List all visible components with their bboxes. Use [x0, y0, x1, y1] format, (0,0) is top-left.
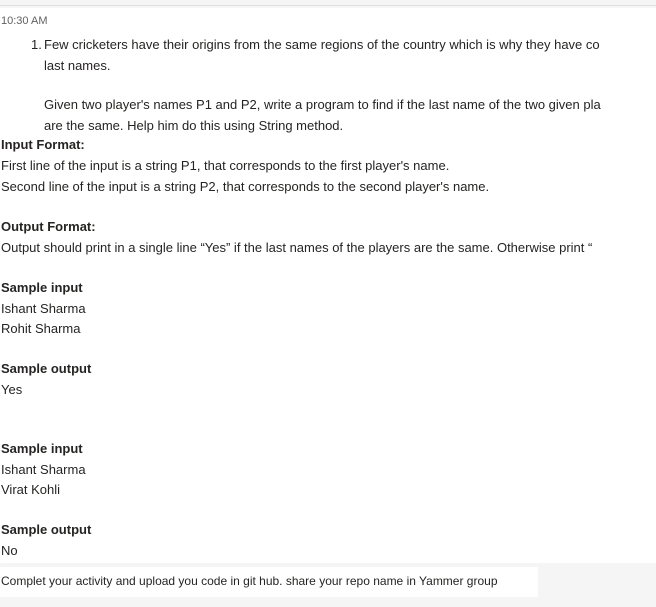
- list-number: 1.: [31, 37, 42, 52]
- sample-input-line: Virat Kohli: [1, 482, 61, 497]
- sample-output-value: Yes: [1, 382, 23, 397]
- sample-output-heading: Sample output: [1, 361, 92, 376]
- divider: [0, 5, 656, 6]
- chat-pane: 10:30 AM 1. Few cricketers have their or…: [0, 0, 656, 607]
- task-line: are the same. Help him do this using Str…: [44, 118, 344, 133]
- sample-input-line: Ishant Sharma: [1, 462, 86, 477]
- intro-paragraph: Few cricketers have their origins from t…: [44, 34, 600, 76]
- intro-line: last names.: [44, 58, 111, 73]
- chat-message[interactable]: 10:30 AM 1. Few cricketers have their or…: [0, 8, 656, 563]
- output-format-heading: Output Format:: [1, 219, 96, 234]
- sample-output-heading: Sample output: [1, 522, 92, 537]
- output-format-line: Output should print in a single line “Ye…: [1, 240, 593, 255]
- input-format-heading: Input Format:: [1, 137, 85, 152]
- sample-input-line: Rohit Sharma: [1, 321, 81, 336]
- message-text: Complet your activity and upload you cod…: [1, 574, 498, 588]
- input-format-line: Second line of the input is a string P2,…: [1, 179, 490, 194]
- input-format-line: First line of the input is a string P1, …: [1, 158, 450, 173]
- intro-line: Few cricketers have their origins from t…: [44, 37, 600, 52]
- message-timestamp: 10:30 AM: [1, 15, 48, 27]
- task-paragraph: Given two player's names P1 and P2, writ…: [44, 94, 601, 136]
- sample-input-heading: Sample input: [1, 441, 83, 456]
- chat-message-next[interactable]: Complet your activity and upload you cod…: [0, 567, 538, 597]
- sample-input-line: Ishant Sharma: [1, 301, 86, 316]
- task-line: Given two player's names P1 and P2, writ…: [44, 97, 601, 112]
- sample-input-heading: Sample input: [1, 280, 83, 295]
- sample-output-value: No: [1, 543, 18, 558]
